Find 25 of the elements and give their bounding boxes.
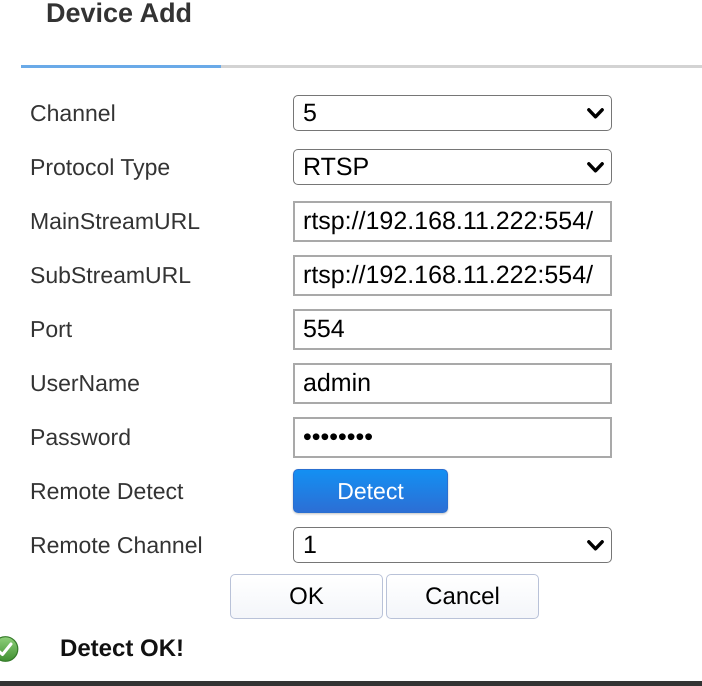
dropdown[interactable]: 5 <box>293 95 612 131</box>
password-field[interactable]: •••••••• <box>293 416 612 458</box>
field-label: Remote Detect <box>30 476 184 506</box>
text-field[interactable]: rtsp://192.168.11.222:554/ <box>293 254 612 296</box>
chevron-down-icon <box>587 540 604 550</box>
field-label: UserName <box>30 368 141 398</box>
status-message: Detect OK! <box>60 637 184 661</box>
dropdown[interactable]: RTSP <box>293 149 612 185</box>
text-field[interactable]: 554 <box>293 308 612 350</box>
field-label: SubStreamURL <box>30 260 192 290</box>
text-field[interactable]: admin <box>293 362 612 404</box>
text-field[interactable]: rtsp://192.168.11.222:554/ <box>293 200 612 242</box>
field-label: Password <box>30 422 132 452</box>
dialog-button[interactable]: OK <box>230 574 383 619</box>
field-label: MainStreamURL <box>30 206 201 236</box>
field-label: Remote Channel <box>30 530 204 560</box>
chevron-down-icon <box>587 108 604 118</box>
chevron-down-icon <box>587 162 604 172</box>
field-label: Port <box>30 314 74 344</box>
dialog-title: Device Add <box>46 0 192 27</box>
detect-button[interactable]: Detect <box>293 469 448 513</box>
dropdown[interactable]: 1 <box>293 527 612 563</box>
dialog-button[interactable]: Cancel <box>386 574 539 619</box>
field-label: Protocol Type <box>30 152 172 182</box>
field-label: Channel <box>30 98 117 128</box>
